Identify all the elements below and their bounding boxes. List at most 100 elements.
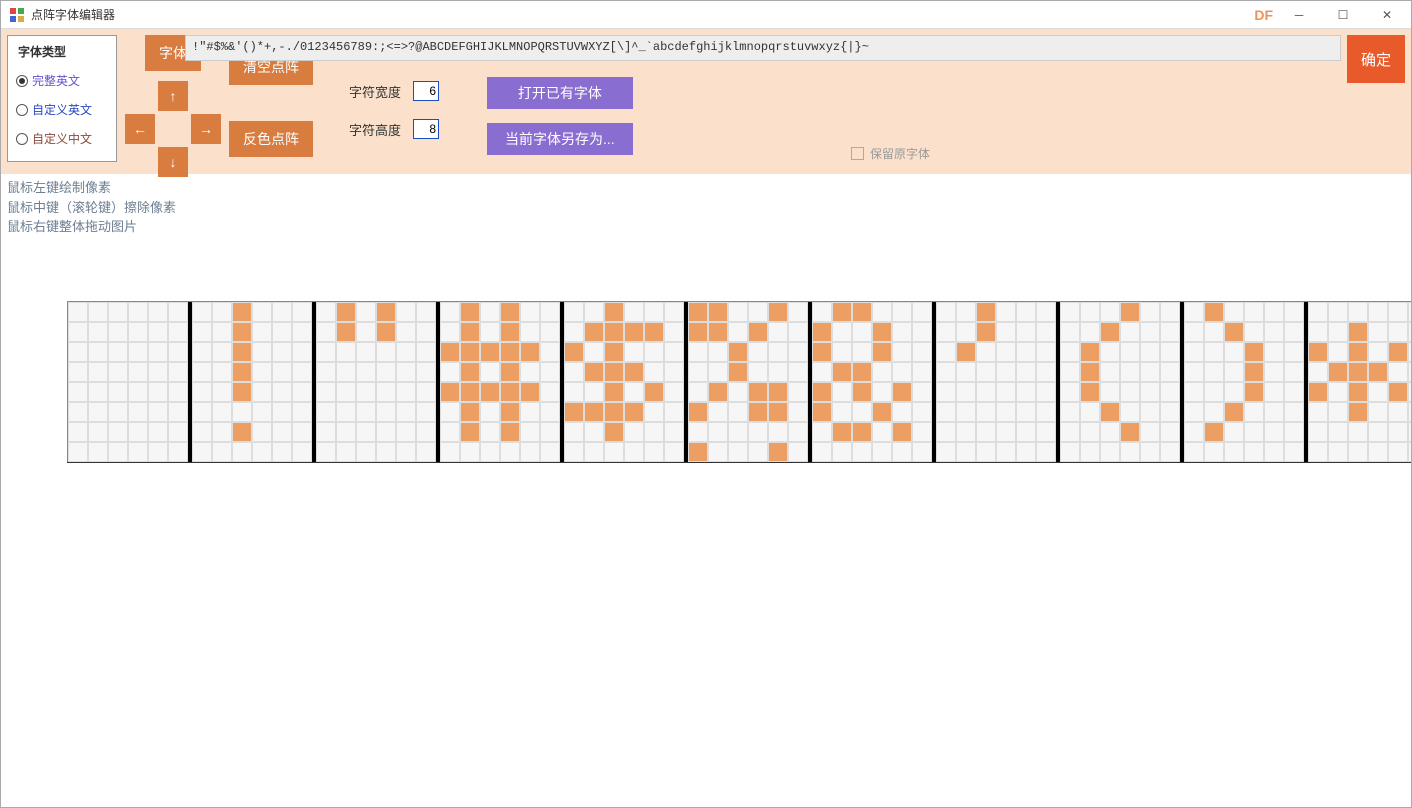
pixel-cell[interactable] <box>1284 302 1304 322</box>
pixel-cell[interactable] <box>688 362 708 382</box>
pixel-cell[interactable] <box>728 322 748 342</box>
pixel-cell[interactable] <box>520 342 540 362</box>
pixel-cell[interactable] <box>88 362 108 382</box>
pixel-cell[interactable] <box>832 302 852 322</box>
pixel-cell[interactable] <box>788 382 808 402</box>
pixel-cell[interactable] <box>1100 322 1120 342</box>
pixel-cell[interactable] <box>1368 442 1388 462</box>
pixel-cell[interactable] <box>872 422 892 442</box>
pixel-cell[interactable] <box>1244 342 1264 362</box>
pixel-cell[interactable] <box>936 322 956 342</box>
pixel-cell[interactable] <box>316 362 336 382</box>
pixel-cell[interactable] <box>1204 342 1224 362</box>
pixel-cell[interactable] <box>564 342 584 362</box>
pixel-cell[interactable] <box>68 362 88 382</box>
pixel-cell[interactable] <box>1348 362 1368 382</box>
invert-button[interactable]: 反色点阵 <box>229 121 313 157</box>
pixel-cell[interactable] <box>396 322 416 342</box>
pixel-cell[interactable] <box>708 442 728 462</box>
pixel-cell[interactable] <box>1368 402 1388 422</box>
char-height-input[interactable] <box>413 119 439 139</box>
pixel-cell[interactable] <box>292 302 312 322</box>
pixel-cell[interactable] <box>416 362 436 382</box>
pixel-cell[interactable] <box>1224 362 1244 382</box>
pixel-cell[interactable] <box>1060 422 1080 442</box>
pixel-cell[interactable] <box>500 342 520 362</box>
pixel-cell[interactable] <box>956 362 976 382</box>
pixel-cell[interactable] <box>212 322 232 342</box>
pixel-cell[interactable] <box>644 322 664 342</box>
pixel-cell[interactable] <box>108 342 128 362</box>
pixel-cell[interactable] <box>1224 342 1244 362</box>
pixel-cell[interactable] <box>956 342 976 362</box>
pixel-cell[interactable] <box>664 402 684 422</box>
pixel-cell[interactable] <box>1388 342 1408 362</box>
pixel-cell[interactable] <box>748 322 768 342</box>
pixel-cell[interactable] <box>708 362 728 382</box>
pixel-cell[interactable] <box>1100 422 1120 442</box>
pixel-cell[interactable] <box>88 322 108 342</box>
pixel-cell[interactable] <box>232 342 252 362</box>
pixel-cell[interactable] <box>1184 442 1204 462</box>
pixel-cell[interactable] <box>292 382 312 402</box>
pixel-cell[interactable] <box>1244 402 1264 422</box>
pixel-cell[interactable] <box>564 382 584 402</box>
pixel-cell[interactable] <box>252 342 272 362</box>
pixel-cell[interactable] <box>956 402 976 422</box>
pixel-cell[interactable] <box>168 362 188 382</box>
pixel-cell[interactable] <box>748 302 768 322</box>
pixel-cell[interactable] <box>644 422 664 442</box>
pixel-cell[interactable] <box>956 382 976 402</box>
pixel-cell[interactable] <box>336 422 356 442</box>
pixel-cell[interactable] <box>520 422 540 442</box>
pixel-cell[interactable] <box>1284 342 1304 362</box>
glyph[interactable] <box>192 302 316 462</box>
pixel-cell[interactable] <box>768 322 788 342</box>
pixel-cell[interactable] <box>644 362 664 382</box>
pixel-cell[interactable] <box>788 362 808 382</box>
pixel-cell[interactable] <box>1264 342 1284 362</box>
pixel-cell[interactable] <box>748 382 768 402</box>
pixel-cell[interactable] <box>1060 382 1080 402</box>
pixel-cell[interactable] <box>1204 442 1224 462</box>
pixel-cell[interactable] <box>688 302 708 322</box>
pixel-cell[interactable] <box>664 342 684 362</box>
pixel-cell[interactable] <box>1308 362 1328 382</box>
pixel-cell[interactable] <box>1036 422 1056 442</box>
pixel-cell[interactable] <box>1244 362 1264 382</box>
pixel-cell[interactable] <box>1016 362 1036 382</box>
pixel-cell[interactable] <box>748 442 768 462</box>
pixel-cell[interactable] <box>252 442 272 462</box>
pixel-cell[interactable] <box>584 362 604 382</box>
pixel-cell[interactable] <box>292 362 312 382</box>
pixel-cell[interactable] <box>996 362 1016 382</box>
pixel-cell[interactable] <box>564 442 584 462</box>
pixel-cell[interactable] <box>1388 322 1408 342</box>
pixel-cell[interactable] <box>1224 442 1244 462</box>
pixel-cell[interactable] <box>584 422 604 442</box>
pixel-cell[interactable] <box>976 322 996 342</box>
pixel-cell[interactable] <box>1160 402 1180 422</box>
pixel-cell[interactable] <box>1120 322 1140 342</box>
pixel-cell[interactable] <box>584 322 604 342</box>
pixel-cell[interactable] <box>356 442 376 462</box>
pixel-cell[interactable] <box>832 342 852 362</box>
pixel-cell[interactable] <box>356 402 376 422</box>
pixel-cell[interactable] <box>768 442 788 462</box>
pixel-cell[interactable] <box>1284 422 1304 442</box>
pixel-cell[interactable] <box>1100 342 1120 362</box>
pixel-cell[interactable] <box>88 422 108 442</box>
pixel-cell[interactable] <box>1160 342 1180 362</box>
glyph[interactable] <box>1308 302 1411 462</box>
pixel-cell[interactable] <box>440 302 460 322</box>
pixel-cell[interactable] <box>996 322 1016 342</box>
pixel-cell[interactable] <box>788 422 808 442</box>
pixel-cell[interactable] <box>892 342 912 362</box>
pixel-cell[interactable] <box>1284 402 1304 422</box>
pixel-cell[interactable] <box>708 422 728 442</box>
pixel-cell[interactable] <box>192 402 212 422</box>
confirm-button[interactable]: 确定 <box>1347 35 1405 83</box>
pixel-cell[interactable] <box>68 322 88 342</box>
pixel-cell[interactable] <box>540 402 560 422</box>
pixel-cell[interactable] <box>1308 402 1328 422</box>
